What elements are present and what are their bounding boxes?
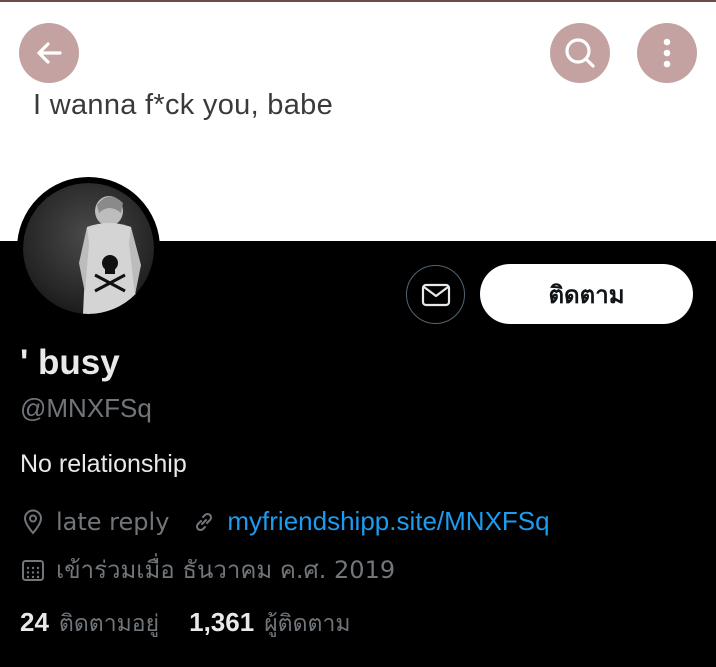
profile-meta-row: late reply myfriendshipp.site/MNXFSq (20, 506, 550, 537)
following-stat[interactable]: 24 ติดตามอยู่ (20, 606, 159, 642)
following-count: 24 (20, 607, 49, 637)
link-icon (191, 507, 217, 537)
following-label: ติดตามอยู่ (58, 611, 160, 637)
follow-stats: 24 ติดตามอยู่ 1,361 ผู้ติดตาม (20, 606, 351, 642)
more-options-button[interactable] (637, 23, 697, 83)
followers-stat[interactable]: 1,361 ผู้ติดตาม (189, 606, 350, 642)
avatar-image (23, 183, 154, 314)
envelope-icon (421, 283, 450, 306)
search-button[interactable] (550, 23, 610, 83)
display-name: ' busy (20, 343, 120, 382)
back-button[interactable] (19, 23, 79, 83)
location-pin-icon (20, 507, 46, 537)
more-vertical-icon (663, 38, 671, 68)
bio: No relationship (20, 450, 187, 478)
avatar[interactable] (17, 177, 160, 320)
followers-label: ผู้ติดตาม (264, 611, 351, 637)
follow-button[interactable]: ติดตาม (480, 264, 693, 324)
joined-date: เข้าร่วมเมื่อ ธันวาคม ค.ศ. 2019 (56, 556, 396, 584)
website-link[interactable]: myfriendshipp.site/MNXFSq (227, 506, 549, 537)
followers-count: 1,361 (189, 607, 255, 637)
location-text: late reply (56, 507, 170, 536)
joined-row: เข้าร่วมเมื่อ ธันวาคม ค.ศ. 2019 (20, 550, 395, 589)
search-icon (565, 38, 595, 68)
message-button[interactable] (406, 265, 465, 324)
arrow-left-icon (37, 42, 62, 64)
user-handle: @MNXFSq (20, 393, 152, 423)
banner-text: I wanna f*ck you, babe (33, 89, 334, 121)
calendar-icon (20, 555, 46, 585)
